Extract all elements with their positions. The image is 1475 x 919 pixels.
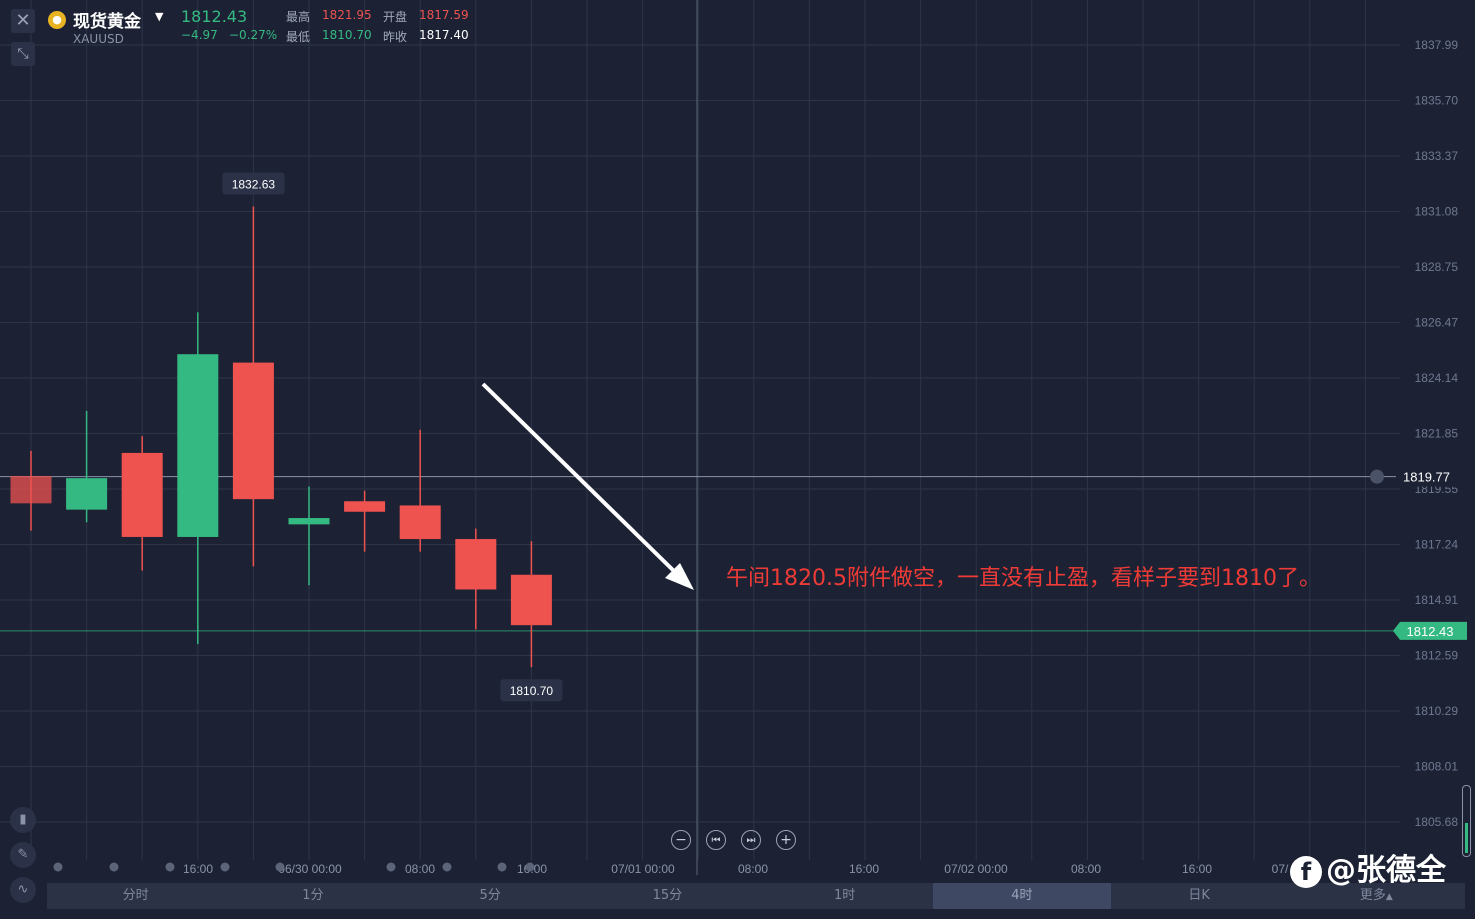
event-dot-icon xyxy=(53,862,63,872)
x-tick-label: 16:00 xyxy=(1182,862,1212,876)
x-tick-label: 07/01 00:00 xyxy=(611,862,675,876)
y-tick-label: 1810.29 xyxy=(1415,704,1459,718)
low-value: 1810.70 xyxy=(322,28,372,42)
tab-15m[interactable]: 15分 xyxy=(579,883,756,909)
tab-daily[interactable]: 日K xyxy=(1111,883,1288,909)
timeframe-tabs: 分时 1分 5分 15分 1时 4时 日K 更多▲ xyxy=(47,883,1465,909)
zoom-in-button[interactable]: + xyxy=(776,830,796,850)
line-chart-icon[interactable]: ∿ xyxy=(10,877,36,903)
tab-fenshi[interactable]: 分时 xyxy=(47,883,224,909)
event-dot-icon xyxy=(386,862,396,872)
chevron-down-icon[interactable]: ▼ xyxy=(155,10,163,23)
x-tick-label: 06/30 00:00 xyxy=(278,862,342,876)
low-label: 最低 xyxy=(286,30,311,44)
x-tick-label: 08:00 xyxy=(405,862,435,876)
shrink-icon[interactable]: ⤡ xyxy=(11,42,35,66)
candle-body xyxy=(232,362,274,500)
bell-icon xyxy=(1370,469,1384,484)
last-price: 1812.43 xyxy=(181,7,248,26)
symbol-name[interactable]: 现货黄金 xyxy=(73,7,141,32)
y-tick-label: 1837.99 xyxy=(1415,38,1459,52)
x-tick-label: 16:00 xyxy=(183,862,213,876)
candle-body xyxy=(10,476,52,504)
ref-line-label: 1819.77 xyxy=(1403,470,1450,485)
y-tick-label: 1831.08 xyxy=(1415,205,1459,219)
event-dot-icon xyxy=(525,862,535,872)
open-label: 开盘 xyxy=(383,10,408,24)
candle-body xyxy=(121,452,163,537)
y-tick-label: 1833.37 xyxy=(1415,149,1459,163)
high-marker-label: 1832.63 xyxy=(232,178,276,192)
gold-coin-icon: ● xyxy=(48,11,66,29)
annotation-text: 午间1820.5附件做空，一直没有止盈，看样子要到1810了。 xyxy=(726,566,1321,591)
indicator-icon[interactable]: ▮ xyxy=(10,807,36,833)
y-tick-label: 1805.68 xyxy=(1415,815,1459,829)
watermark: f @张德全 xyxy=(1290,845,1446,889)
candle-body xyxy=(288,518,330,525)
next-button[interactable]: ⏭ xyxy=(741,830,761,850)
event-dot-icon xyxy=(275,862,285,872)
y-tick-label: 1826.47 xyxy=(1415,316,1459,330)
event-dot-icon xyxy=(220,862,230,872)
y-tick-label: 1814.91 xyxy=(1415,593,1459,607)
x-tick-label: 08:00 xyxy=(1071,862,1101,876)
price-change: −4.97 xyxy=(181,28,218,42)
y-tick-label: 1812.59 xyxy=(1415,649,1459,663)
price-change-pct: −0.27% xyxy=(229,28,278,42)
y-tick-label: 1808.01 xyxy=(1415,760,1459,774)
high-label: 最高 xyxy=(286,10,311,24)
prev-close-label: 昨收 xyxy=(383,30,408,44)
candle-body xyxy=(177,354,219,537)
candle-body xyxy=(510,574,552,626)
event-dot-icon xyxy=(442,862,452,872)
y-tick-label: 1828.75 xyxy=(1415,260,1459,274)
x-tick-label: 16:00 xyxy=(849,862,879,876)
candlestick-chart[interactable]: 1837.99 1835.70 1833.37 1831.08 1828.75 1826.… xyxy=(0,0,1475,919)
open-value: 1817.59 xyxy=(419,8,469,22)
volume-scroll-handle[interactable] xyxy=(1462,785,1471,857)
author-logo-icon: f xyxy=(1290,855,1322,888)
candle-body xyxy=(66,478,108,510)
candle-body xyxy=(399,505,441,540)
low-marker-label: 1810.70 xyxy=(510,684,554,698)
pencil-icon[interactable]: ✎ xyxy=(10,842,36,868)
symbol-code: XAUUSD xyxy=(73,32,124,46)
event-dot-icon xyxy=(497,862,507,872)
event-dot-icon xyxy=(109,862,119,872)
caret-up-icon: ▲ xyxy=(1385,892,1393,902)
tab-1m[interactable]: 1分 xyxy=(224,883,401,909)
y-tick-label: 1835.70 xyxy=(1415,94,1459,108)
annotation-arrow-line xyxy=(481,382,680,577)
prev-close-value: 1817.40 xyxy=(419,28,469,42)
x-tick-label: 07/ xyxy=(1272,862,1289,876)
close-icon[interactable]: ✕ xyxy=(11,9,35,33)
x-tick-label: 08:00 xyxy=(738,862,768,876)
watermark-text: @张德全 xyxy=(1326,853,1446,888)
candle-body xyxy=(344,501,386,512)
tab-1h[interactable]: 1时 xyxy=(756,883,933,909)
high-value: 1821.95 xyxy=(322,8,372,22)
prev-button[interactable]: ⏮ xyxy=(706,830,726,850)
last-price-label: 1812.43 xyxy=(1407,624,1454,639)
y-tick-label: 1824.14 xyxy=(1415,371,1459,385)
y-tick-label: 1817.24 xyxy=(1415,538,1459,552)
zoom-out-button[interactable]: − xyxy=(671,830,691,850)
y-tick-label: 1821.85 xyxy=(1415,427,1459,441)
tab-5m[interactable]: 5分 xyxy=(402,883,579,909)
event-dot-icon xyxy=(165,862,175,872)
tab-4h[interactable]: 4时 xyxy=(933,883,1111,909)
candle-body xyxy=(455,539,497,590)
tab-more-label: 更多 xyxy=(1359,888,1386,903)
chart-app: 1837.99 1835.70 1833.37 1831.08 1828.75 1826.… xyxy=(0,0,1475,919)
x-tick-label: 07/02 00:00 xyxy=(944,862,1008,876)
